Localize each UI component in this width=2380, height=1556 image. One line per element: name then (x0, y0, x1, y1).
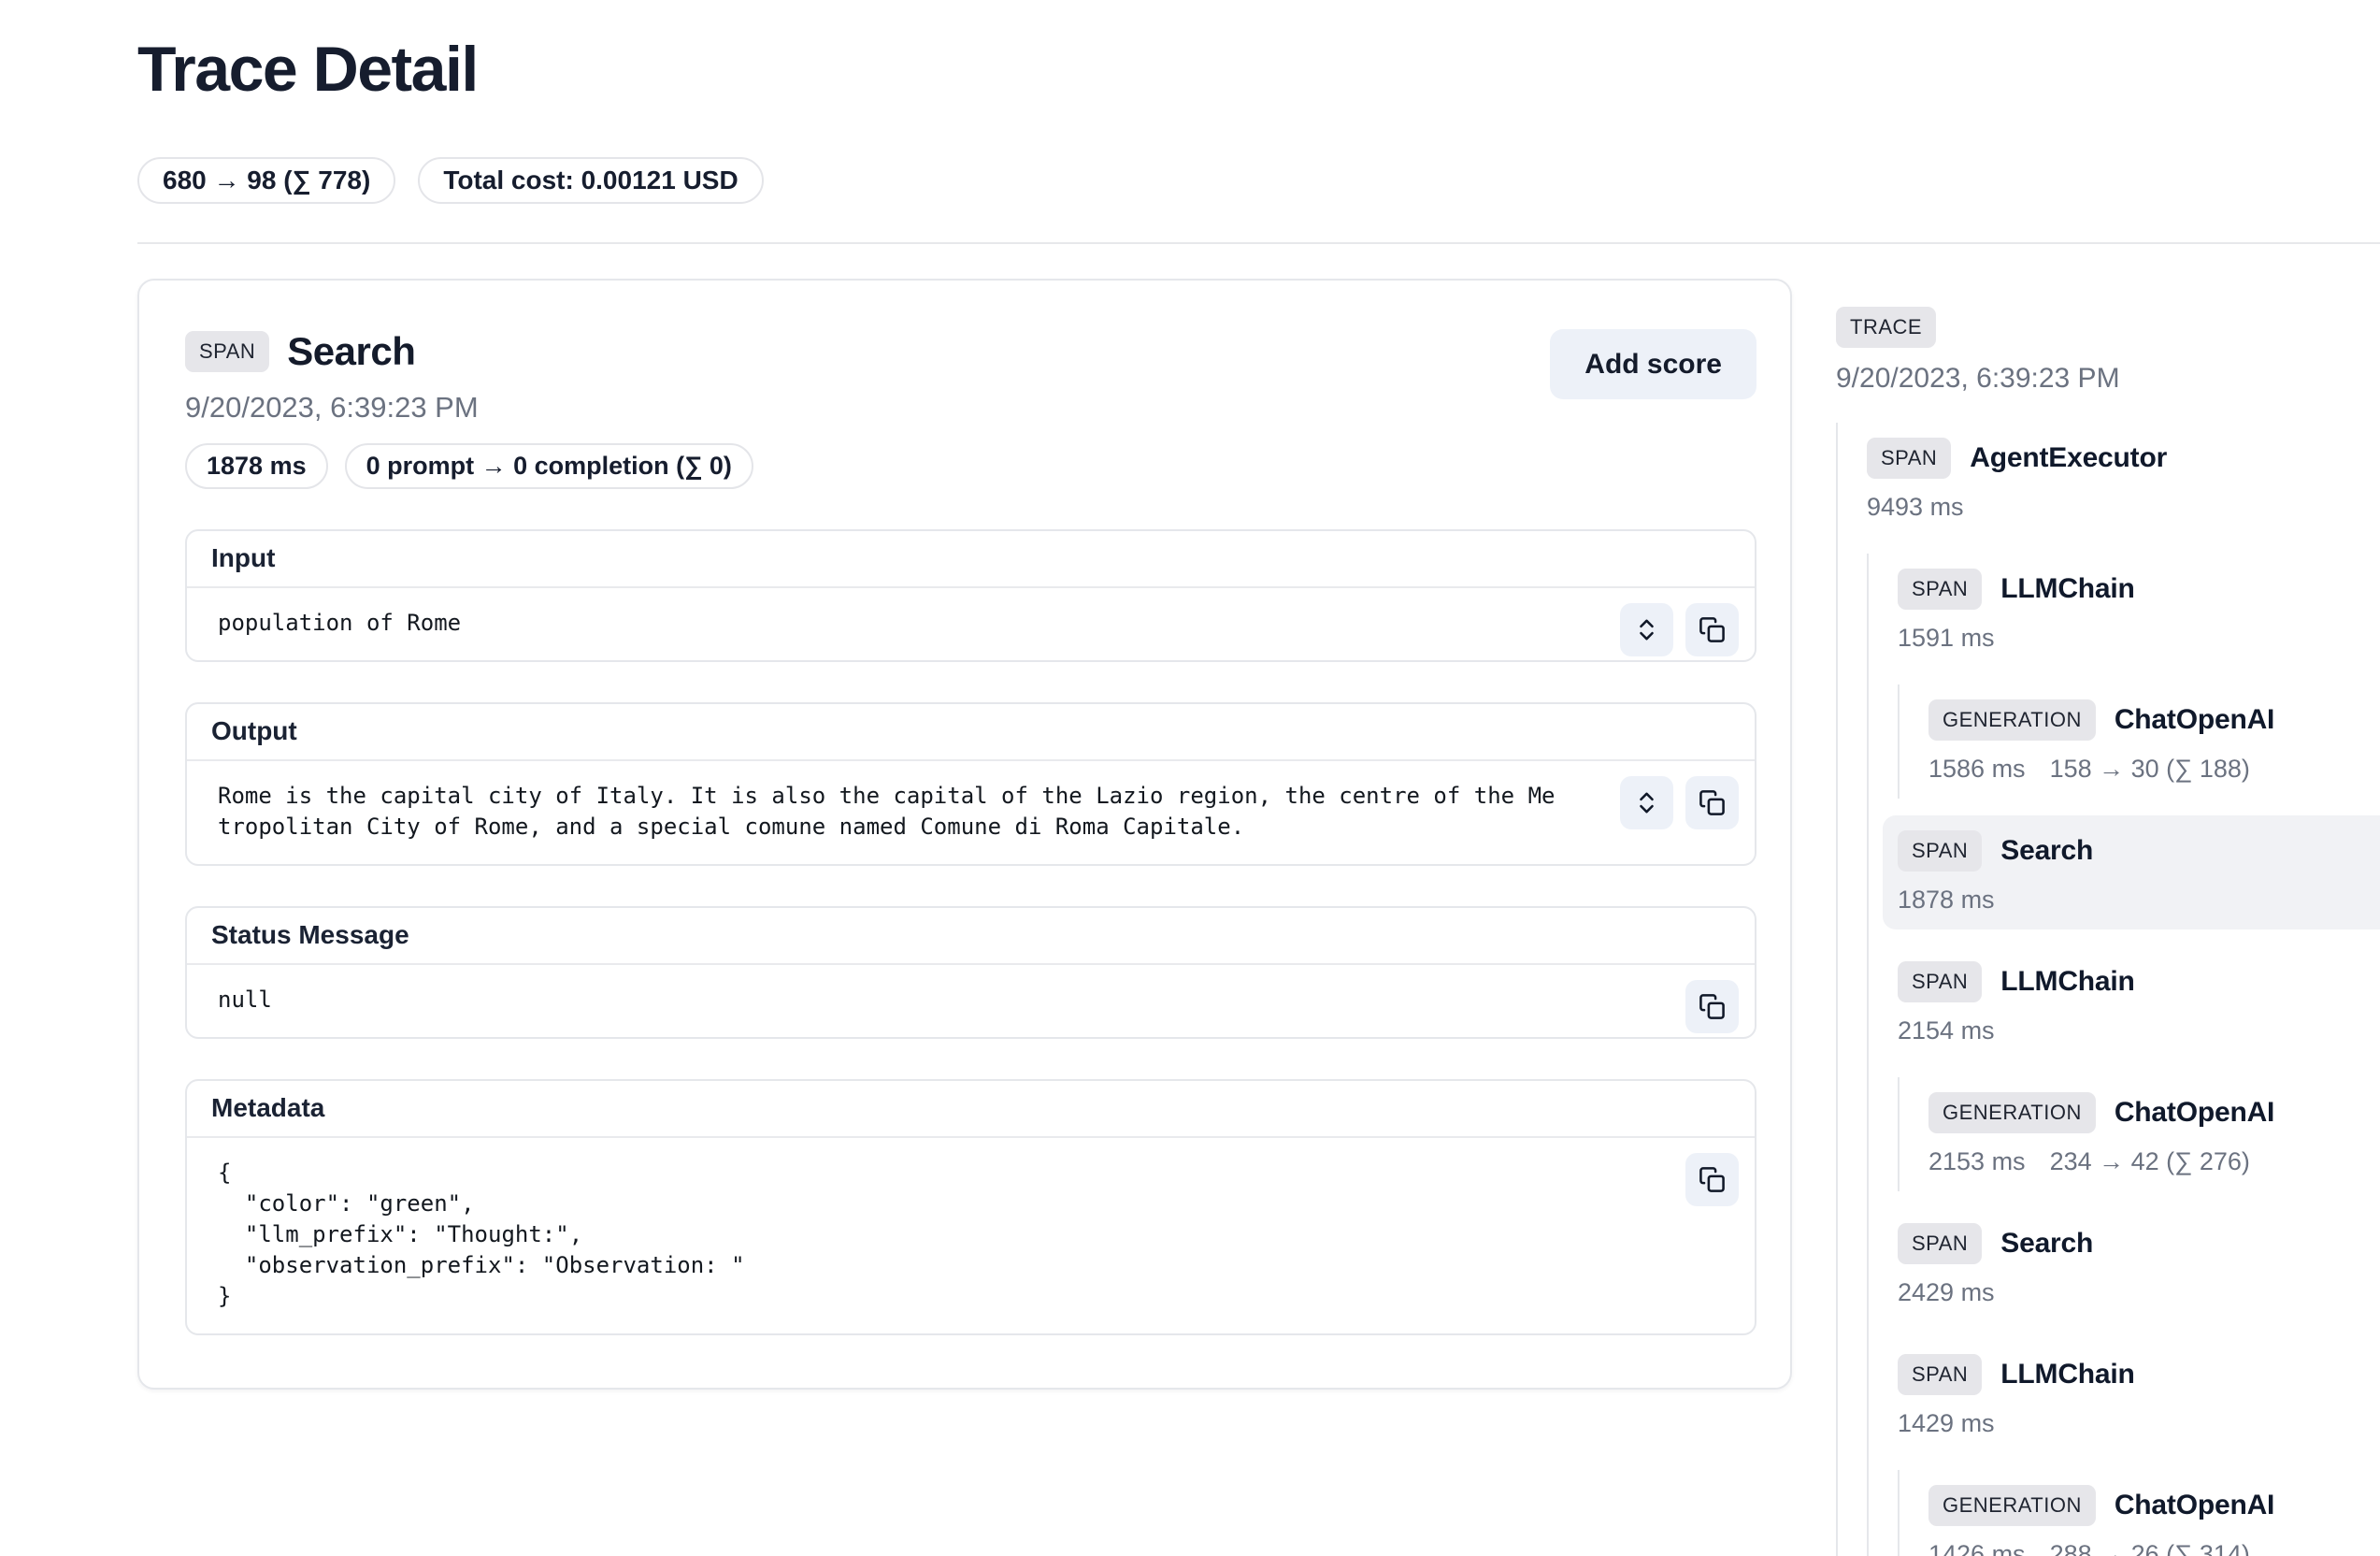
trace-tree-sidebar: TRACE 9/20/2023, 6:39:23 PM SPAN AgentEx… (1836, 279, 2380, 1556)
observation-type-badge: GENERATION (1928, 1485, 2096, 1526)
observation-type-badge: SPAN (1898, 961, 1982, 1002)
tree-node-chatopenai-3[interactable]: GENERATION ChatOpenAI 1426 ms 288 → 26 (… (1914, 1470, 2380, 1556)
status-message-value: null (218, 985, 1568, 1016)
input-value: population of Rome (218, 608, 1568, 639)
tree-node-chatopenai-1[interactable]: GENERATION ChatOpenAI 1586 ms 158 → 30 (… (1914, 684, 2380, 799)
chevrons-up-down-icon (1633, 616, 1660, 643)
agentexecutor-children: SPAN LLMChain 1591 ms GENERATION ChatOpe… (1867, 554, 2380, 1556)
copy-icon (1699, 789, 1726, 816)
status-message-label: Status Message (187, 908, 1755, 965)
node-duration: 1429 ms (1898, 1409, 1995, 1438)
node-duration: 1586 ms (1928, 755, 2026, 784)
copy-icon (1699, 993, 1726, 1020)
tree-node-llmchain-3[interactable]: SPAN LLMChain 1429 ms (1883, 1339, 2380, 1453)
span-token-badge: 0 prompt → 0 completion (∑ 0) (345, 443, 753, 489)
observation-type-badge: GENERATION (1928, 1092, 2096, 1133)
trace-tree-root[interactable]: TRACE 9/20/2023, 6:39:23 PM (1836, 307, 2380, 395)
output-section-label: Output (187, 704, 1755, 761)
trace-token-usage-badge: 680 → 98 (∑ 778) (137, 157, 395, 204)
input-section: Input population of Rome (185, 529, 1756, 662)
node-token-usage: 158 → 30 (∑ 188) (2050, 755, 2250, 784)
output-copy-button[interactable] (1685, 776, 1739, 829)
tree-node-agentexecutor[interactable]: SPAN AgentExecutor 9493 ms (1852, 423, 2380, 537)
output-expand-button[interactable] (1620, 776, 1673, 829)
observation-type-badge: GENERATION (1928, 699, 2096, 741)
trace-summary-badges: 680 → 98 (∑ 778) Total cost: 0.00121 USD (137, 157, 2380, 204)
span-type-badge: SPAN (185, 331, 269, 372)
page-title: Trace Detail (137, 36, 2380, 103)
add-score-button[interactable]: Add score (1550, 329, 1756, 399)
copy-icon (1699, 1166, 1726, 1193)
span-latency-badge: 1878 ms (185, 443, 328, 489)
input-copy-button[interactable] (1685, 603, 1739, 656)
node-token-usage: 234 → 42 (∑ 276) (2050, 1147, 2250, 1176)
observation-type-badge: SPAN (1898, 1223, 1982, 1264)
node-duration: 2429 ms (1898, 1278, 1995, 1307)
status-copy-button[interactable] (1685, 980, 1739, 1033)
node-duration: 2154 ms (1898, 1016, 1995, 1045)
trace-detail-page: Trace Detail 680 → 98 (∑ 778) Total cost… (0, 0, 2380, 1556)
node-duration: 1591 ms (1898, 624, 1995, 653)
status-message-section: Status Message null (185, 906, 1756, 1039)
span-timestamp: 9/20/2023, 6:39:23 PM (185, 391, 753, 425)
output-section: Output Rome is the capital city of Italy… (185, 702, 1756, 866)
node-duration: 9493 ms (1867, 493, 1964, 522)
node-duration: 1878 ms (1898, 886, 1995, 915)
tree-node-search-1-selected[interactable]: SPAN Search 1878 ms (1883, 815, 2380, 929)
llmchain-2-children: GENERATION ChatOpenAI 2153 ms 234 → 42 (… (1898, 1077, 2380, 1191)
input-expand-button[interactable] (1620, 603, 1673, 656)
llmchain-1-children: GENERATION ChatOpenAI 1586 ms 158 → 30 (… (1898, 684, 2380, 799)
chevrons-up-down-icon (1633, 789, 1660, 816)
span-detail-card: SPAN Search 9/20/2023, 6:39:23 PM 1878 m… (137, 279, 1792, 1390)
observation-type-badge: SPAN (1898, 830, 1982, 872)
node-duration: 2153 ms (1928, 1147, 2026, 1176)
observation-type-badge: SPAN (1898, 569, 1982, 610)
header-divider (137, 242, 2380, 244)
metadata-section: Metadata { "color": "green", "llm_prefix… (185, 1079, 1756, 1335)
metadata-copy-button[interactable] (1685, 1153, 1739, 1206)
observation-type-badge: SPAN (1898, 1354, 1982, 1395)
output-value: Rome is the capital city of Italy. It is… (218, 781, 1568, 843)
span-title: Search (287, 329, 415, 374)
llmchain-3-children: GENERATION ChatOpenAI 1426 ms 288 → 26 (… (1898, 1470, 2380, 1556)
node-duration: 1426 ms (1928, 1540, 2026, 1556)
observation-type-badge: SPAN (1867, 438, 1951, 479)
metadata-value: { "color": "green", "llm_prefix": "Thoug… (218, 1158, 1568, 1312)
input-section-label: Input (187, 531, 1755, 588)
span-card-header: SPAN Search 9/20/2023, 6:39:23 PM 1878 m… (185, 329, 1756, 489)
copy-icon (1699, 616, 1726, 643)
tree-node-llmchain-2[interactable]: SPAN LLMChain 2154 ms (1883, 946, 2380, 1060)
tree-node-chatopenai-2[interactable]: GENERATION ChatOpenAI 2153 ms 234 → 42 (… (1914, 1077, 2380, 1191)
trace-type-badge: TRACE (1836, 307, 1936, 348)
trace-children: SPAN AgentExecutor 9493 ms SPAN LLMChain… (1836, 423, 2380, 1556)
metadata-label: Metadata (187, 1081, 1755, 1138)
trace-timestamp: 9/20/2023, 6:39:23 PM (1836, 363, 2380, 395)
node-token-usage: 288 → 26 (∑ 314) (2050, 1540, 2250, 1556)
tree-node-search-2[interactable]: SPAN Search 2429 ms (1883, 1208, 2380, 1322)
tree-node-llmchain-1[interactable]: SPAN LLMChain 1591 ms (1883, 554, 2380, 668)
trace-total-cost-badge: Total cost: 0.00121 USD (418, 157, 763, 204)
